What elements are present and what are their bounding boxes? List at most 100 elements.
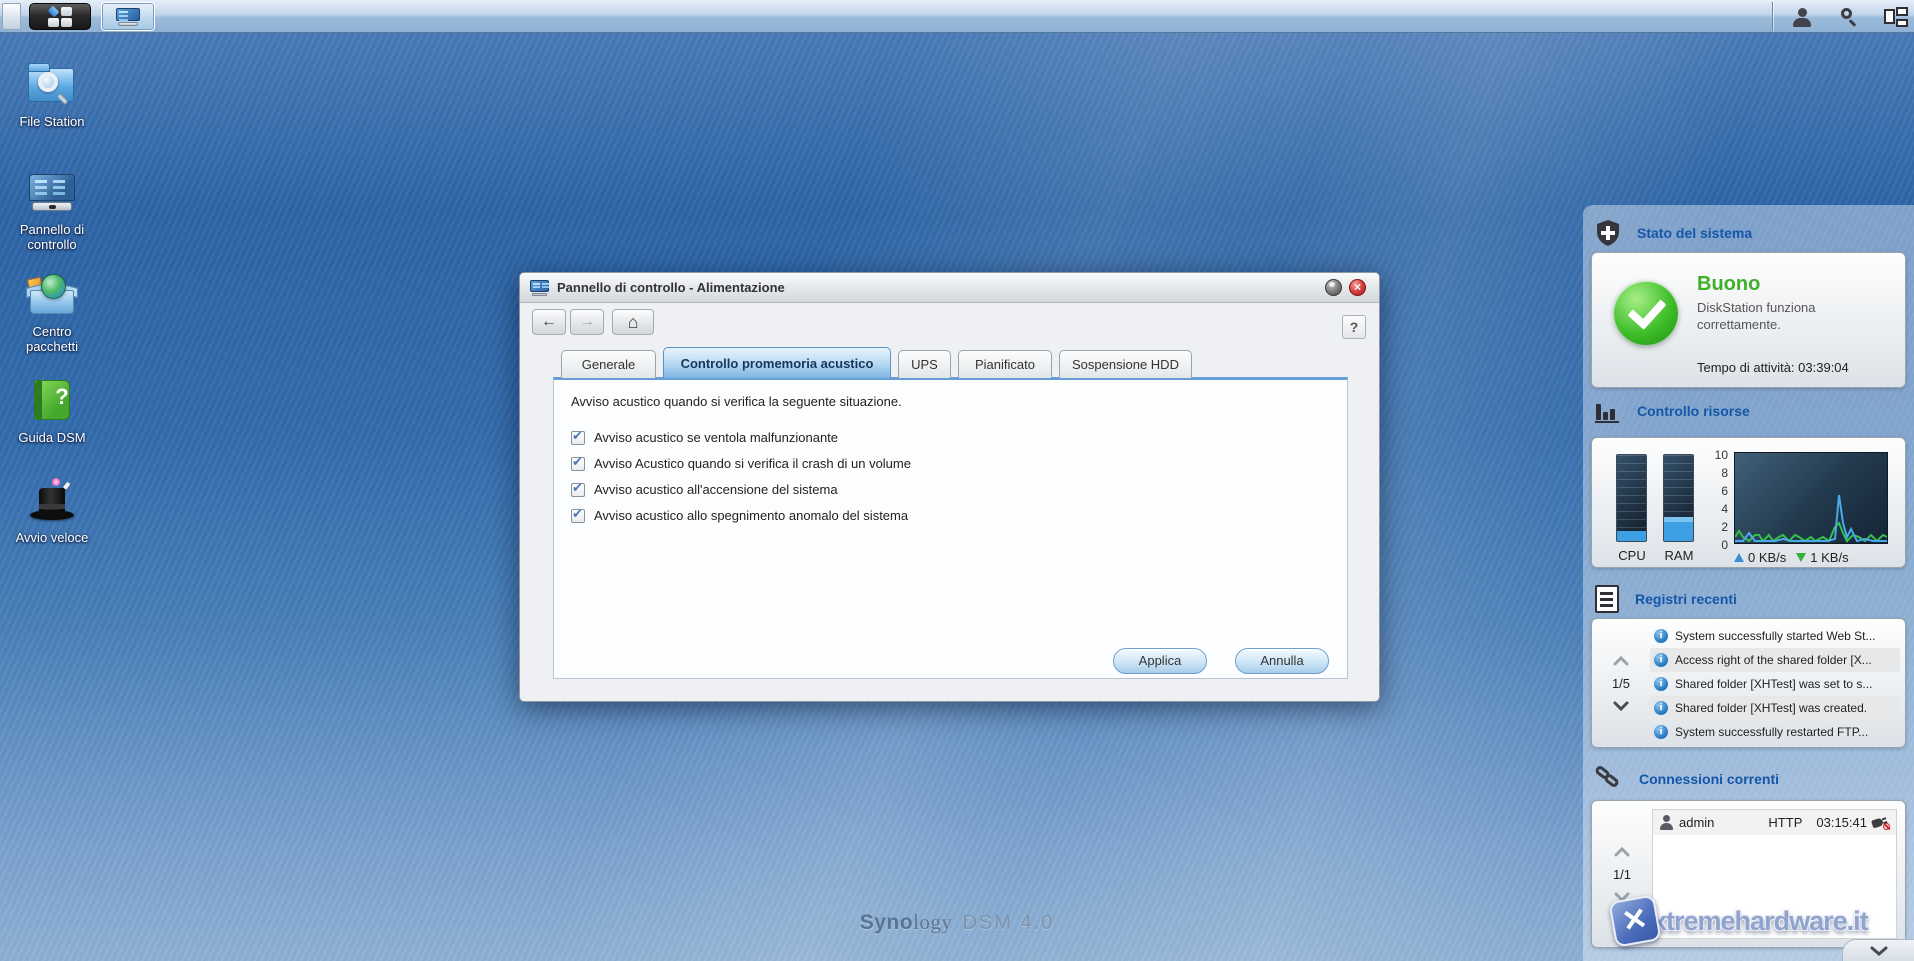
- tab-content-panel: Avviso acustico quando si verifica la se…: [553, 377, 1348, 679]
- forward-button[interactable]: →: [570, 309, 604, 335]
- control-panel-icon: [530, 279, 549, 296]
- status-value: Buono: [1697, 273, 1761, 295]
- magic-hat-icon: [26, 478, 78, 524]
- control-panel-icon: [26, 170, 78, 216]
- checkbox-label: Avviso acustico se ventola malfunzionant…: [594, 430, 839, 445]
- window-titlebar[interactable]: Pannello di controllo - Alimentazione ×: [520, 273, 1379, 303]
- connection-protocol: HTTP: [1768, 815, 1803, 830]
- log-row[interactable]: i Shared folder [XHTest] was created.: [1650, 696, 1900, 720]
- download-arrow-icon: [1796, 553, 1807, 562]
- connection-time: 03:15:41: [1816, 815, 1867, 830]
- upload-value: 0 KB/s: [1748, 550, 1787, 565]
- user-icon[interactable]: [1792, 7, 1812, 27]
- tab-ups[interactable]: UPS: [898, 350, 951, 378]
- cancel-button[interactable]: Annulla: [1235, 648, 1329, 674]
- checkbox-box[interactable]: ✔: [571, 428, 585, 445]
- help-button[interactable]: ?: [1342, 315, 1366, 339]
- xtremehardware-logo-icon: ✕: [1608, 894, 1662, 948]
- tab-sospensione-hdd[interactable]: Sospensione HDD: [1059, 350, 1192, 378]
- recent-logs-panel: 1/5 i System successfully started Web St.…: [1591, 618, 1906, 748]
- back-button[interactable]: ←: [532, 309, 566, 335]
- log-row[interactable]: i System successfully started Web St...: [1650, 624, 1900, 648]
- upload-arrow-icon: [1734, 553, 1744, 562]
- ram-label: RAM: [1664, 548, 1694, 563]
- log-row[interactable]: i System successfully restarted FTP...: [1650, 720, 1900, 744]
- desktop-icon-quick-start[interactable]: Avvio veloce: [0, 478, 104, 545]
- connection-row[interactable]: admin HTTP 03:15:41: [1653, 810, 1896, 835]
- info-icon: i: [1654, 725, 1668, 739]
- system-status-header: Stato del sistema: [1595, 219, 1752, 247]
- tab-generale[interactable]: Generale: [561, 350, 656, 378]
- show-desktop-button[interactable]: [2, 3, 21, 30]
- close-button[interactable]: ×: [1349, 279, 1366, 296]
- checkbox-1[interactable]: ✔ Avviso acustico se ventola malfunziona…: [571, 428, 839, 445]
- minimize-button[interactable]: [1325, 279, 1342, 296]
- desktop-icon-file-station[interactable]: File Station: [0, 62, 104, 129]
- main-menu-icon: [47, 5, 72, 27]
- ram-gauge: [1663, 454, 1694, 542]
- chevron-down-icon: [1870, 946, 1887, 956]
- page-up-icon[interactable]: [1613, 655, 1629, 666]
- xtremehardware-text: xtremehardware.it: [1652, 905, 1869, 936]
- home-button[interactable]: ⌂: [612, 309, 654, 335]
- checkbox-box[interactable]: ✔: [571, 506, 585, 523]
- search-icon[interactable]: [1838, 7, 1858, 27]
- logs-pager: 1/5: [1592, 619, 1650, 747]
- connection-user: admin: [1679, 815, 1715, 830]
- cpu-gauge: [1616, 454, 1647, 542]
- section-title: Stato del sistema: [1637, 225, 1753, 241]
- taskbar-item-control-panel[interactable]: [101, 2, 155, 31]
- checkbox-box[interactable]: ✔: [571, 454, 585, 471]
- resource-monitor-panel: CPU RAM 10 8 6 4 2 0 0 KB/s 1 KB/s: [1591, 437, 1906, 568]
- desktop-icon-label: Pannello di controllo: [19, 222, 85, 252]
- widget-sidebar: Stato del sistema Buono DiskStation funz…: [1583, 205, 1914, 961]
- checkbox-label: Avviso acustico all'accensione del siste…: [594, 482, 838, 497]
- user-icon: [1659, 815, 1673, 830]
- help-book-icon: ?: [26, 378, 78, 424]
- tabstrip: Generale Controllo promemoria acustico U…: [561, 347, 1192, 378]
- network-throughput-chart: [1734, 452, 1888, 544]
- desktop-icon-label: File Station: [19, 114, 85, 129]
- section-title: Controllo risorse: [1637, 403, 1750, 419]
- logs-page-indicator: 1/5: [1611, 675, 1631, 691]
- tab-pianificato[interactable]: Pianificato: [958, 350, 1052, 378]
- desktop-icon-label: Centro pacchetti: [25, 324, 79, 354]
- tab-controllo-promemoria-acustico[interactable]: Controllo promemoria acustico: [663, 347, 891, 378]
- beep-intro-text: Avviso acustico quando si verifica la se…: [571, 394, 902, 409]
- xtremehardware-watermark: ✕ xtremehardware.it: [1608, 894, 1869, 948]
- connections-header: Connessioni correnti: [1593, 764, 1780, 793]
- widgets-icon[interactable]: [1884, 6, 1908, 27]
- taskbar-divider: [1772, 2, 1773, 31]
- cpu-label: CPU: [1618, 548, 1646, 563]
- checkbox-3[interactable]: ✔ Avviso acustico all'accensione del sis…: [571, 480, 838, 497]
- checkbox-box[interactable]: ✔: [571, 480, 585, 497]
- info-icon: i: [1654, 629, 1668, 643]
- page-down-icon[interactable]: [1613, 701, 1629, 711]
- checkbox-label: Avviso Acustico quando si verifica il cr…: [594, 456, 911, 471]
- section-title: Connessioni correnti: [1639, 771, 1780, 787]
- main-menu-button[interactable]: [29, 3, 91, 30]
- checkbox-4[interactable]: ✔ Avviso acustico allo spegnimento anoma…: [571, 506, 909, 523]
- desktop-icon-dsm-help[interactable]: ? Guida DSM: [0, 378, 104, 445]
- apply-button[interactable]: Applica: [1113, 648, 1207, 674]
- shield-icon: [1595, 219, 1621, 247]
- desktop-icon-label: Guida DSM: [18, 430, 86, 445]
- section-title: Registri recenti: [1635, 591, 1737, 607]
- status-ok-icon: [1614, 281, 1678, 345]
- log-row[interactable]: i Shared folder [XHTest] was set to s...: [1650, 672, 1900, 696]
- resource-monitor-header: Controllo risorse: [1595, 399, 1750, 423]
- desktop-icon-package-center[interactable]: Centro pacchetti: [0, 272, 104, 354]
- log-row[interactable]: i Access right of the shared folder [X...: [1650, 648, 1900, 672]
- checkbox-2[interactable]: ✔ Avviso Acustico quando si verifica il …: [571, 454, 911, 471]
- network-throughput-labels: 0 KB/s 1 KB/s: [1734, 550, 1849, 565]
- status-description: DiskStation funziona correttamente.: [1697, 300, 1816, 332]
- disconnect-icon[interactable]: [1871, 816, 1890, 830]
- desktop-icon-control-panel[interactable]: Pannello di controllo: [0, 170, 104, 252]
- chain-link-icon: [1593, 764, 1623, 793]
- page-up-icon[interactable]: [1614, 846, 1630, 857]
- taskbar: [0, 0, 1914, 33]
- checkbox-label: Avviso acustico allo spegnimento anomalo…: [594, 508, 909, 523]
- info-icon: i: [1654, 653, 1668, 667]
- recent-logs-header: Registri recenti: [1595, 585, 1737, 613]
- system-status-panel: Buono DiskStation funziona correttamente…: [1591, 252, 1906, 388]
